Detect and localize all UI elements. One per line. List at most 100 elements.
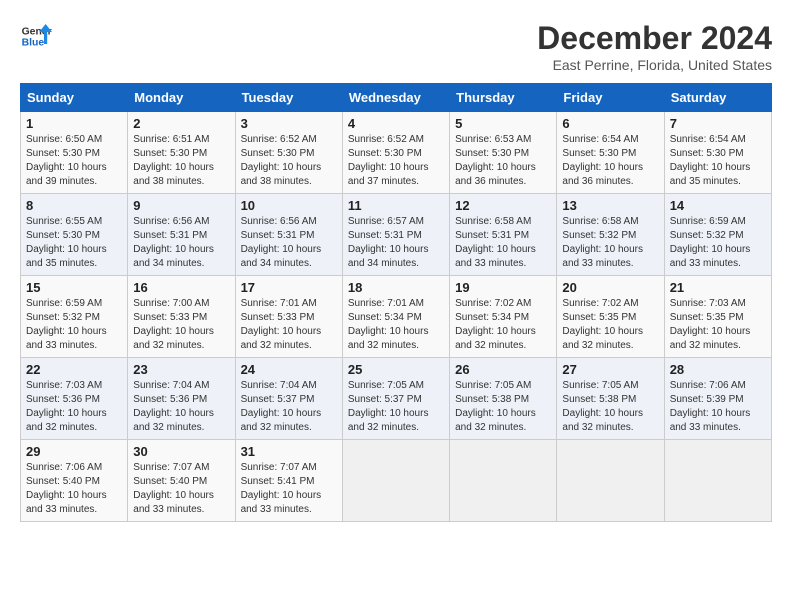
day-number: 10 — [241, 198, 337, 213]
weekday-header-thursday: Thursday — [450, 84, 557, 112]
calendar-cell: 13 Sunrise: 6:58 AM Sunset: 5:32 PM Dayli… — [557, 194, 664, 276]
day-info: Sunrise: 7:05 AM Sunset: 5:37 PM Dayligh… — [348, 379, 444, 435]
day-info: Sunrise: 7:01 AM Sunset: 5:34 PM Dayligh… — [348, 297, 444, 353]
day-number: 7 — [670, 116, 766, 131]
day-info: Sunrise: 7:00 AM Sunset: 5:33 PM Dayligh… — [133, 297, 229, 353]
calendar-cell: 9 Sunrise: 6:56 AM Sunset: 5:31 PM Daylig… — [128, 194, 235, 276]
calendar-cell: 6 Sunrise: 6:54 AM Sunset: 5:30 PM Daylig… — [557, 112, 664, 194]
day-number: 16 — [133, 280, 229, 295]
calendar-cell — [557, 440, 664, 522]
day-info: Sunrise: 6:57 AM Sunset: 5:31 PM Dayligh… — [348, 215, 444, 271]
month-title: December 2024 — [537, 20, 772, 57]
location-title: East Perrine, Florida, United States — [537, 57, 772, 73]
day-info: Sunrise: 7:02 AM Sunset: 5:35 PM Dayligh… — [562, 297, 658, 353]
day-info: Sunrise: 7:06 AM Sunset: 5:40 PM Dayligh… — [26, 461, 122, 517]
calendar-cell: 7 Sunrise: 6:54 AM Sunset: 5:30 PM Daylig… — [664, 112, 771, 194]
day-number: 20 — [562, 280, 658, 295]
day-number: 3 — [241, 116, 337, 131]
day-info: Sunrise: 7:02 AM Sunset: 5:34 PM Dayligh… — [455, 297, 551, 353]
weekday-header-wednesday: Wednesday — [342, 84, 449, 112]
day-info: Sunrise: 7:03 AM Sunset: 5:35 PM Dayligh… — [670, 297, 766, 353]
calendar-cell: 5 Sunrise: 6:53 AM Sunset: 5:30 PM Daylig… — [450, 112, 557, 194]
calendar-table: SundayMondayTuesdayWednesdayThursdayFrid… — [20, 83, 772, 522]
calendar-cell: 23 Sunrise: 7:04 AM Sunset: 5:36 PM Dayli… — [128, 358, 235, 440]
calendar-cell: 3 Sunrise: 6:52 AM Sunset: 5:30 PM Daylig… — [235, 112, 342, 194]
day-info: Sunrise: 6:50 AM Sunset: 5:30 PM Dayligh… — [26, 133, 122, 189]
calendar-cell: 21 Sunrise: 7:03 AM Sunset: 5:35 PM Dayli… — [664, 276, 771, 358]
calendar-cell: 29 Sunrise: 7:06 AM Sunset: 5:40 PM Dayli… — [21, 440, 128, 522]
day-info: Sunrise: 6:59 AM Sunset: 5:32 PM Dayligh… — [26, 297, 122, 353]
day-number: 1 — [26, 116, 122, 131]
day-number: 8 — [26, 198, 122, 213]
day-info: Sunrise: 6:52 AM Sunset: 5:30 PM Dayligh… — [348, 133, 444, 189]
calendar-cell: 19 Sunrise: 7:02 AM Sunset: 5:34 PM Dayli… — [450, 276, 557, 358]
header: General Blue December 2024 East Perrine,… — [20, 20, 772, 73]
day-number: 15 — [26, 280, 122, 295]
day-info: Sunrise: 7:04 AM Sunset: 5:36 PM Dayligh… — [133, 379, 229, 435]
calendar-cell: 15 Sunrise: 6:59 AM Sunset: 5:32 PM Dayli… — [21, 276, 128, 358]
day-number: 25 — [348, 362, 444, 377]
day-info: Sunrise: 7:01 AM Sunset: 5:33 PM Dayligh… — [241, 297, 337, 353]
day-number: 13 — [562, 198, 658, 213]
day-info: Sunrise: 7:03 AM Sunset: 5:36 PM Dayligh… — [26, 379, 122, 435]
calendar-cell: 2 Sunrise: 6:51 AM Sunset: 5:30 PM Daylig… — [128, 112, 235, 194]
calendar-cell: 30Sunrise: 7:07 AM Sunset: 5:40 PM Dayli… — [128, 440, 235, 522]
calendar-cell: 12Sunrise: 6:58 AM Sunset: 5:31 PM Dayli… — [450, 194, 557, 276]
calendar-cell: 1 Sunrise: 6:50 AM Sunset: 5:30 PM Daylig… — [21, 112, 128, 194]
day-info: Sunrise: 7:06 AM Sunset: 5:39 PM Dayligh… — [670, 379, 766, 435]
day-number: 18 — [348, 280, 444, 295]
calendar-cell: 22 Sunrise: 7:03 AM Sunset: 5:36 PM Dayli… — [21, 358, 128, 440]
day-info: Sunrise: 6:56 AM Sunset: 5:31 PM Dayligh… — [241, 215, 337, 271]
day-number: 23 — [133, 362, 229, 377]
calendar-cell: 8 Sunrise: 6:55 AM Sunset: 5:30 PM Daylig… — [21, 194, 128, 276]
calendar-cell: 17 Sunrise: 7:01 AM Sunset: 5:33 PM Dayli… — [235, 276, 342, 358]
weekday-header-sunday: Sunday — [21, 84, 128, 112]
day-number: 19 — [455, 280, 551, 295]
day-number: 9 — [133, 198, 229, 213]
calendar-cell: 25 Sunrise: 7:05 AM Sunset: 5:37 PM Dayli… — [342, 358, 449, 440]
day-info: Sunrise: 6:54 AM Sunset: 5:30 PM Dayligh… — [670, 133, 766, 189]
calendar-cell: 10 Sunrise: 6:56 AM Sunset: 5:31 PM Dayli… — [235, 194, 342, 276]
weekday-header-monday: Monday — [128, 84, 235, 112]
calendar-cell: 18 Sunrise: 7:01 AM Sunset: 5:34 PM Dayli… — [342, 276, 449, 358]
calendar-cell: 16 Sunrise: 7:00 AM Sunset: 5:33 PM Dayli… — [128, 276, 235, 358]
day-number: 28 — [670, 362, 766, 377]
day-number: 29 — [26, 444, 122, 459]
day-number: 2 — [133, 116, 229, 131]
weekday-header-friday: Friday — [557, 84, 664, 112]
day-info: Sunrise: 7:05 AM Sunset: 5:38 PM Dayligh… — [455, 379, 551, 435]
logo-icon: General Blue — [20, 20, 52, 52]
day-number: 17 — [241, 280, 337, 295]
logo: General Blue — [20, 20, 52, 52]
calendar-cell — [342, 440, 449, 522]
day-info: Sunrise: 6:58 AM Sunset: 5:32 PM Dayligh… — [562, 215, 658, 271]
day-info: Sunrise: 6:56 AM Sunset: 5:31 PM Dayligh… — [133, 215, 229, 271]
day-info: Sunrise: 6:53 AM Sunset: 5:30 PM Dayligh… — [455, 133, 551, 189]
day-number: 4 — [348, 116, 444, 131]
day-info: Sunrise: 6:58 AM Sunset: 5:31 PM Dayligh… — [455, 215, 551, 271]
day-number: 24 — [241, 362, 337, 377]
day-number: 30 — [133, 444, 229, 459]
day-info: Sunrise: 6:55 AM Sunset: 5:30 PM Dayligh… — [26, 215, 122, 271]
day-info: Sunrise: 6:54 AM Sunset: 5:30 PM Dayligh… — [562, 133, 658, 189]
day-number: 21 — [670, 280, 766, 295]
day-info: Sunrise: 7:05 AM Sunset: 5:38 PM Dayligh… — [562, 379, 658, 435]
day-info: Sunrise: 6:52 AM Sunset: 5:30 PM Dayligh… — [241, 133, 337, 189]
calendar-cell — [450, 440, 557, 522]
calendar-cell: 28 Sunrise: 7:06 AM Sunset: 5:39 PM Dayli… — [664, 358, 771, 440]
calendar-cell: 26 Sunrise: 7:05 AM Sunset: 5:38 PM Dayli… — [450, 358, 557, 440]
weekday-header-saturday: Saturday — [664, 84, 771, 112]
calendar-cell: 14 Sunrise: 6:59 AM Sunset: 5:32 PM Dayli… — [664, 194, 771, 276]
day-number: 5 — [455, 116, 551, 131]
weekday-header-tuesday: Tuesday — [235, 84, 342, 112]
calendar-cell: 20 Sunrise: 7:02 AM Sunset: 5:35 PM Dayli… — [557, 276, 664, 358]
calendar-cell: 24Sunrise: 7:04 AM Sunset: 5:37 PM Dayli… — [235, 358, 342, 440]
day-number: 31 — [241, 444, 337, 459]
day-number: 22 — [26, 362, 122, 377]
day-number: 14 — [670, 198, 766, 213]
day-number: 6 — [562, 116, 658, 131]
day-info: Sunrise: 6:51 AM Sunset: 5:30 PM Dayligh… — [133, 133, 229, 189]
day-number: 26 — [455, 362, 551, 377]
day-info: Sunrise: 6:59 AM Sunset: 5:32 PM Dayligh… — [670, 215, 766, 271]
svg-text:Blue: Blue — [22, 38, 45, 49]
